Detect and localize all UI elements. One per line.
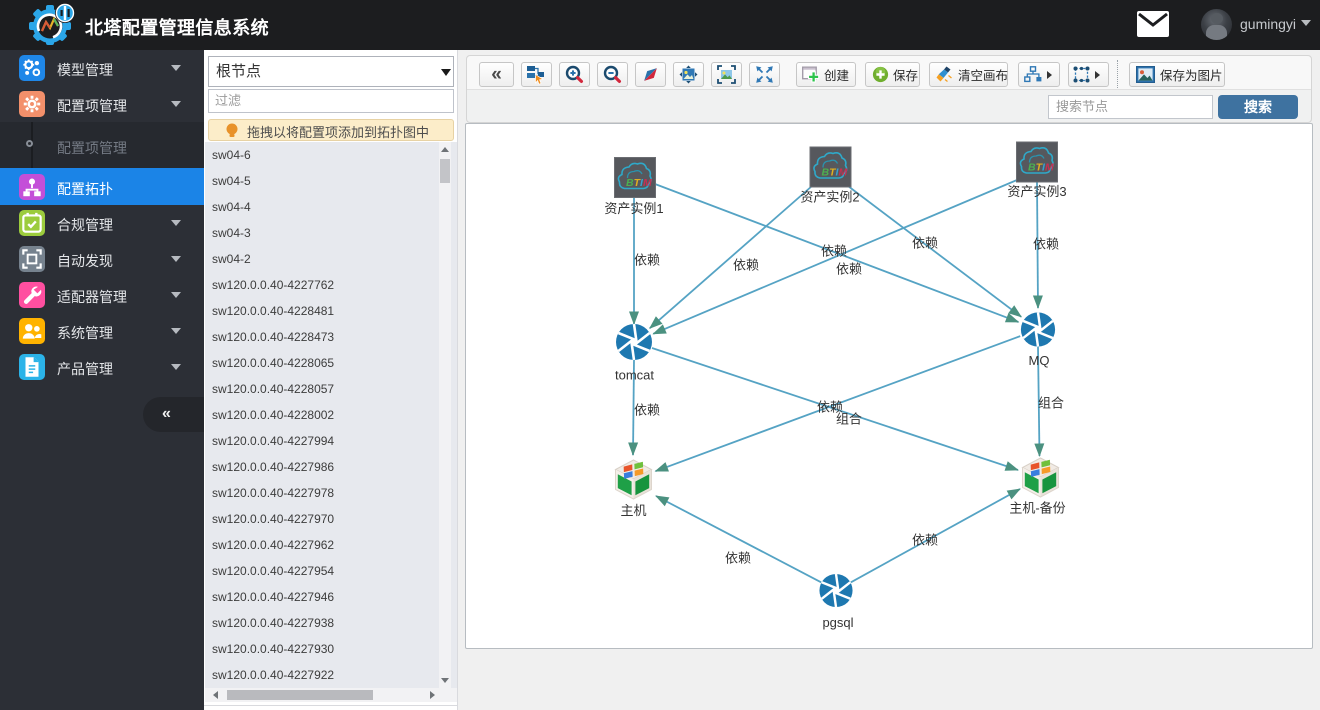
svg-text:依赖: 依赖 — [912, 533, 938, 548]
svg-text:主机: 主机 — [620, 503, 646, 518]
svg-text:资产实例1: 资产实例1 — [604, 201, 663, 216]
svg-text:依赖: 依赖 — [634, 403, 660, 418]
svg-text:依赖: 依赖 — [1033, 237, 1059, 252]
svg-text:组合: 组合 — [836, 412, 862, 427]
svg-text:主机-备份: 主机-备份 — [1009, 501, 1065, 516]
svg-text:资产实例3: 资产实例3 — [1007, 184, 1066, 199]
svg-text:组合: 组合 — [1038, 396, 1064, 411]
svg-text:pgsql: pgsql — [822, 615, 853, 630]
svg-text:MQ: MQ — [1029, 353, 1050, 368]
svg-text:依赖: 依赖 — [725, 551, 751, 566]
svg-text:依赖: 依赖 — [733, 258, 759, 273]
svg-text:依赖: 依赖 — [912, 236, 938, 251]
svg-text:tomcat: tomcat — [615, 368, 654, 383]
svg-text:依赖: 依赖 — [634, 253, 660, 268]
svg-text:依赖: 依赖 — [821, 244, 847, 259]
svg-text:依赖: 依赖 — [836, 262, 862, 277]
svg-text:资产实例2: 资产实例2 — [800, 190, 859, 205]
